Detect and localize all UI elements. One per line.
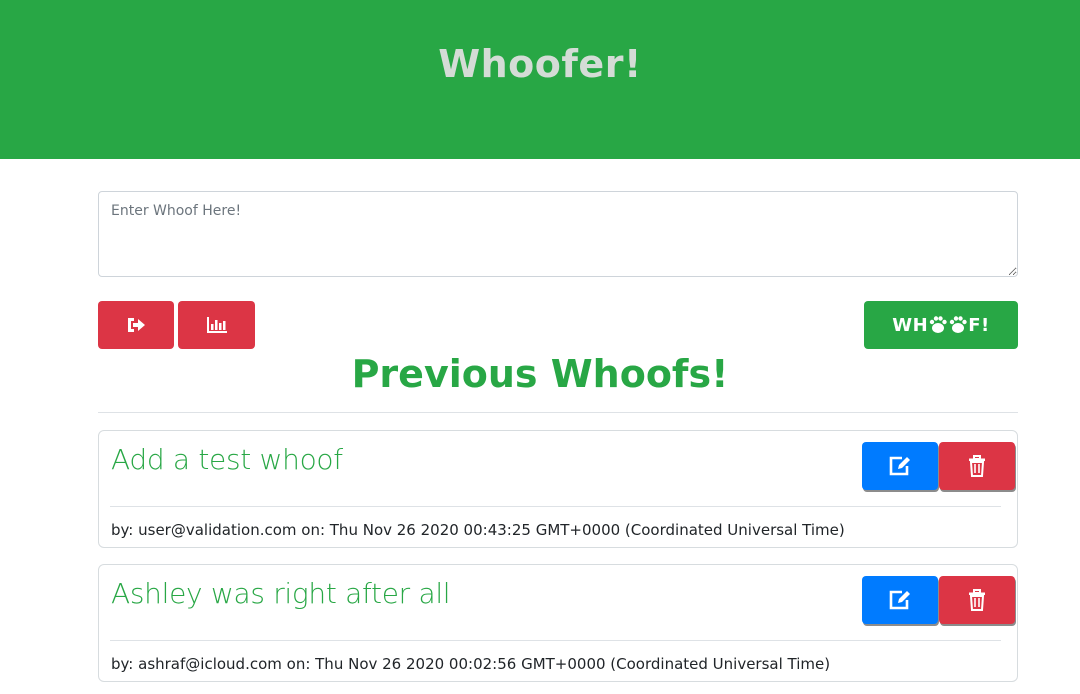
paw-icon	[928, 315, 968, 335]
card-divider	[110, 506, 1001, 507]
edit-icon	[888, 455, 912, 477]
delete-whoof-button[interactable]	[939, 576, 1015, 624]
delete-whoof-button[interactable]	[939, 442, 1015, 490]
whoof-meta: by: user@validation.com on: Thu Nov 26 2…	[111, 521, 845, 539]
whoof-label-right: F!	[968, 314, 990, 336]
whoof-submit-button[interactable]: WH F!	[864, 301, 1018, 349]
stats-button[interactable]	[178, 301, 255, 349]
whoof-label-left: WH	[892, 314, 929, 336]
app-header: Whoofer!	[0, 0, 1080, 159]
section-divider	[98, 412, 1018, 413]
trash-icon	[968, 589, 986, 611]
app-title: Whoofer!	[438, 42, 642, 86]
edit-icon	[888, 589, 912, 611]
whoof-card: Add a test whoof by: user@validation.com…	[98, 430, 1018, 548]
sign-out-icon	[126, 317, 146, 333]
edit-whoof-button[interactable]	[862, 576, 938, 624]
logout-button[interactable]	[98, 301, 174, 349]
whoof-text: Add a test whoof	[111, 443, 343, 476]
trash-icon	[968, 455, 986, 477]
card-divider	[110, 640, 1001, 641]
edit-whoof-button[interactable]	[862, 442, 938, 490]
bar-chart-icon	[206, 316, 228, 334]
whoof-meta: by: ashraf@icloud.com on: Thu Nov 26 202…	[111, 655, 831, 673]
whoof-input[interactable]	[98, 191, 1018, 277]
previous-whoofs-title: Previous Whoofs!	[351, 352, 729, 396]
whoof-card: Ashley was right after all by: ashraf@ic…	[98, 564, 1018, 682]
whoof-text: Ashley was right after all	[111, 577, 451, 610]
